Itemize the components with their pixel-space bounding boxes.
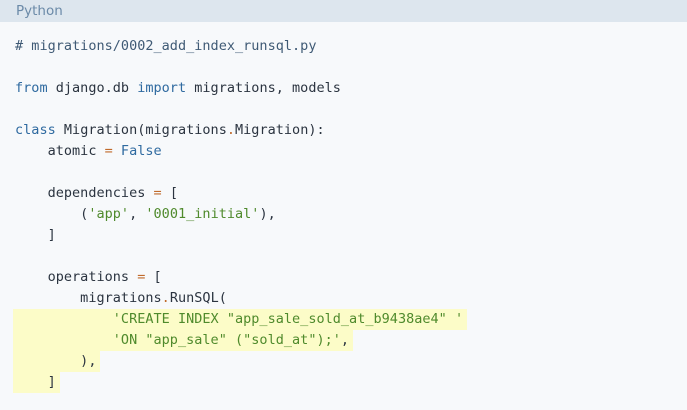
keyword-class: class xyxy=(15,122,56,138)
runsql-call: RunSQL( xyxy=(169,290,227,306)
sql-string-line-2: 'ON "app_sale" ("sold_at");' xyxy=(15,332,341,348)
class-base: Migration): xyxy=(235,122,325,138)
string-initial: '0001_initial' xyxy=(145,206,260,222)
dependencies-name: dependencies xyxy=(15,185,154,201)
tuple-open: ( xyxy=(15,206,89,222)
code-line-5: class Migration(migrations.Migration): xyxy=(15,120,467,141)
tuple-close: ), xyxy=(259,206,276,222)
code-line-15-highlighted: 'ON "app_sale" ("sold_at");', xyxy=(13,330,354,351)
code-block: # migrations/0002_add_index_runsql.py fr… xyxy=(0,22,687,410)
runsql-dot: . xyxy=(161,290,170,306)
language-label: Python xyxy=(16,3,63,19)
false-value: False xyxy=(112,143,162,159)
code-line-17-highlighted: ] xyxy=(13,372,60,393)
code-line-13: migrations.RunSQL( xyxy=(15,288,467,309)
code-comment: # migrations/0002_add_index_runsql.py xyxy=(15,38,317,54)
string-app: 'app' xyxy=(88,206,130,222)
sql-string-line-1: 'CREATE INDEX "app_sale_sold_at_b9438ae4… xyxy=(15,311,464,327)
atomic-name: atomic xyxy=(15,143,105,159)
code-content: # migrations/0002_add_index_runsql.py fr… xyxy=(13,36,468,393)
code-line-1: # migrations/0002_add_index_runsql.py xyxy=(15,36,467,57)
list-close: ] xyxy=(15,227,56,243)
list-close: ] xyxy=(15,374,56,390)
keyword-from: from xyxy=(15,80,48,96)
list-open: [ xyxy=(145,269,162,285)
keyword-import: import xyxy=(137,80,187,96)
list-open: [ xyxy=(161,185,178,201)
sql-comma: , xyxy=(340,332,350,348)
import-names: migrations, models xyxy=(186,80,341,96)
code-line-9: ('app', '0001_initial'), xyxy=(15,204,467,225)
class-signature: Migration(migrations xyxy=(55,122,227,138)
assign-operator: = xyxy=(104,143,113,159)
class-dot: . xyxy=(226,122,236,138)
tuple-comma: , xyxy=(129,206,146,222)
code-line-8: dependencies = [ xyxy=(15,183,467,204)
code-line-12: operations = [ xyxy=(15,267,467,288)
code-line-16-highlighted: ), xyxy=(13,351,101,372)
code-line-10: ] xyxy=(15,225,467,246)
code-line-6: atomic = False xyxy=(15,141,467,162)
code-block-header: Python xyxy=(0,0,687,22)
code-line-14-highlighted: 'CREATE INDEX "app_sale_sold_at_b9438ae4… xyxy=(13,309,468,330)
operations-name: operations xyxy=(15,269,138,285)
code-line-3: from django.db import migrations, models xyxy=(15,78,467,99)
call-close: ), xyxy=(15,353,97,369)
runsql-module: migrations xyxy=(15,290,162,306)
module-name: django.db xyxy=(47,80,138,96)
assign-operator: = xyxy=(153,185,162,201)
